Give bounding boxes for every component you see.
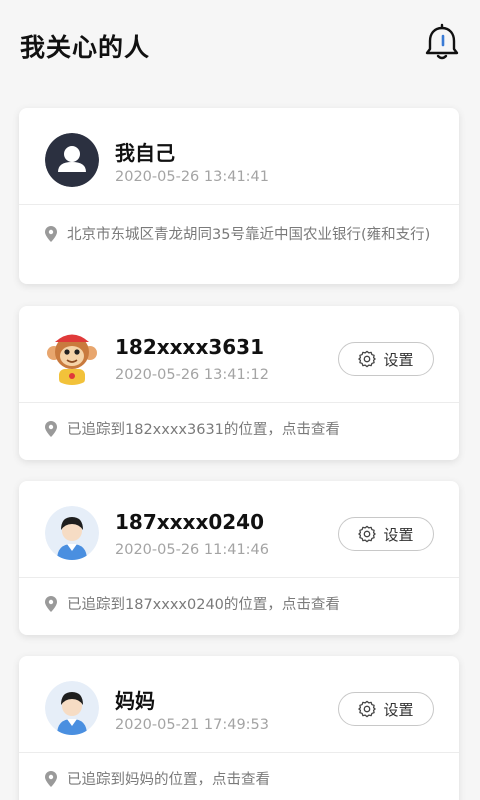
update-time: 2020-05-26 11:41:46 xyxy=(115,542,269,558)
person-avatar xyxy=(45,681,99,735)
person-avatar xyxy=(45,506,99,560)
location-text-row[interactable]: 已追踪到187xxxx0240的位置，点击查看 xyxy=(19,578,459,616)
update-time: 2020-05-21 17:49:53 xyxy=(115,717,269,733)
contact-card[interactable]: 187xxxx0240 2020-05-26 11:41:46 设置 已追踪到1… xyxy=(19,481,459,635)
location-text-row[interactable]: 已追踪到182xxxx3631的位置，点击查看 xyxy=(19,403,459,441)
update-time: 2020-05-26 13:41:41 xyxy=(115,169,269,185)
update-time: 2020-05-26 13:41:12 xyxy=(115,367,269,383)
bell-icon[interactable] xyxy=(421,22,463,64)
gear-icon xyxy=(358,350,377,368)
gear-icon xyxy=(358,700,377,718)
location-text: 已追踪到182xxxx3631的位置，点击查看 xyxy=(67,422,340,438)
page-title: 我关心的人 xyxy=(20,33,151,62)
contact-card[interactable]: 182xxxx3631 2020-05-26 13:41:12 设置 已追踪到1… xyxy=(19,306,459,460)
map-pin-icon xyxy=(45,421,57,437)
settings-label: 设置 xyxy=(383,350,414,369)
contact-name: 我自己 xyxy=(115,141,175,165)
gear-icon xyxy=(358,525,377,543)
map-pin-icon xyxy=(45,596,57,612)
contact-name: 妈妈 xyxy=(115,689,155,713)
settings-button[interactable]: 设置 xyxy=(338,517,434,551)
location-text: 北京市东城区青龙胡同35号靠近中国农业银行(雍和支行) xyxy=(67,227,431,243)
settings-label: 设置 xyxy=(383,525,414,544)
contact-card[interactable]: 妈妈 2020-05-21 17:49:53 设置 已追踪到妈妈的位置，点击查看 xyxy=(19,656,459,800)
user-silhouette-avatar xyxy=(45,133,99,187)
map-pin-icon xyxy=(45,226,57,242)
location-text-row[interactable]: 已追踪到妈妈的位置，点击查看 xyxy=(19,753,459,791)
screen: 我关心的人 我自己 2020-05-26 13:41:41 北京市东城区青龙胡同… xyxy=(0,0,480,800)
contact-card-self[interactable]: 我自己 2020-05-26 13:41:41 北京市东城区青龙胡同35号靠近中… xyxy=(19,108,459,284)
header: 我关心的人 xyxy=(0,0,480,92)
contact-name: 187xxxx0240 xyxy=(115,510,265,534)
settings-button[interactable]: 设置 xyxy=(338,342,434,376)
settings-button[interactable]: 设置 xyxy=(338,692,434,726)
monkey-avatar xyxy=(45,331,99,385)
location-text-row[interactable]: 北京市东城区青龙胡同35号靠近中国农业银行(雍和支行) xyxy=(19,205,459,246)
contact-name: 182xxxx3631 xyxy=(115,335,265,359)
location-text: 已追踪到187xxxx0240的位置，点击查看 xyxy=(67,597,340,613)
settings-label: 设置 xyxy=(383,700,414,719)
map-pin-icon xyxy=(45,771,57,787)
location-text: 已追踪到妈妈的位置，点击查看 xyxy=(67,772,270,788)
